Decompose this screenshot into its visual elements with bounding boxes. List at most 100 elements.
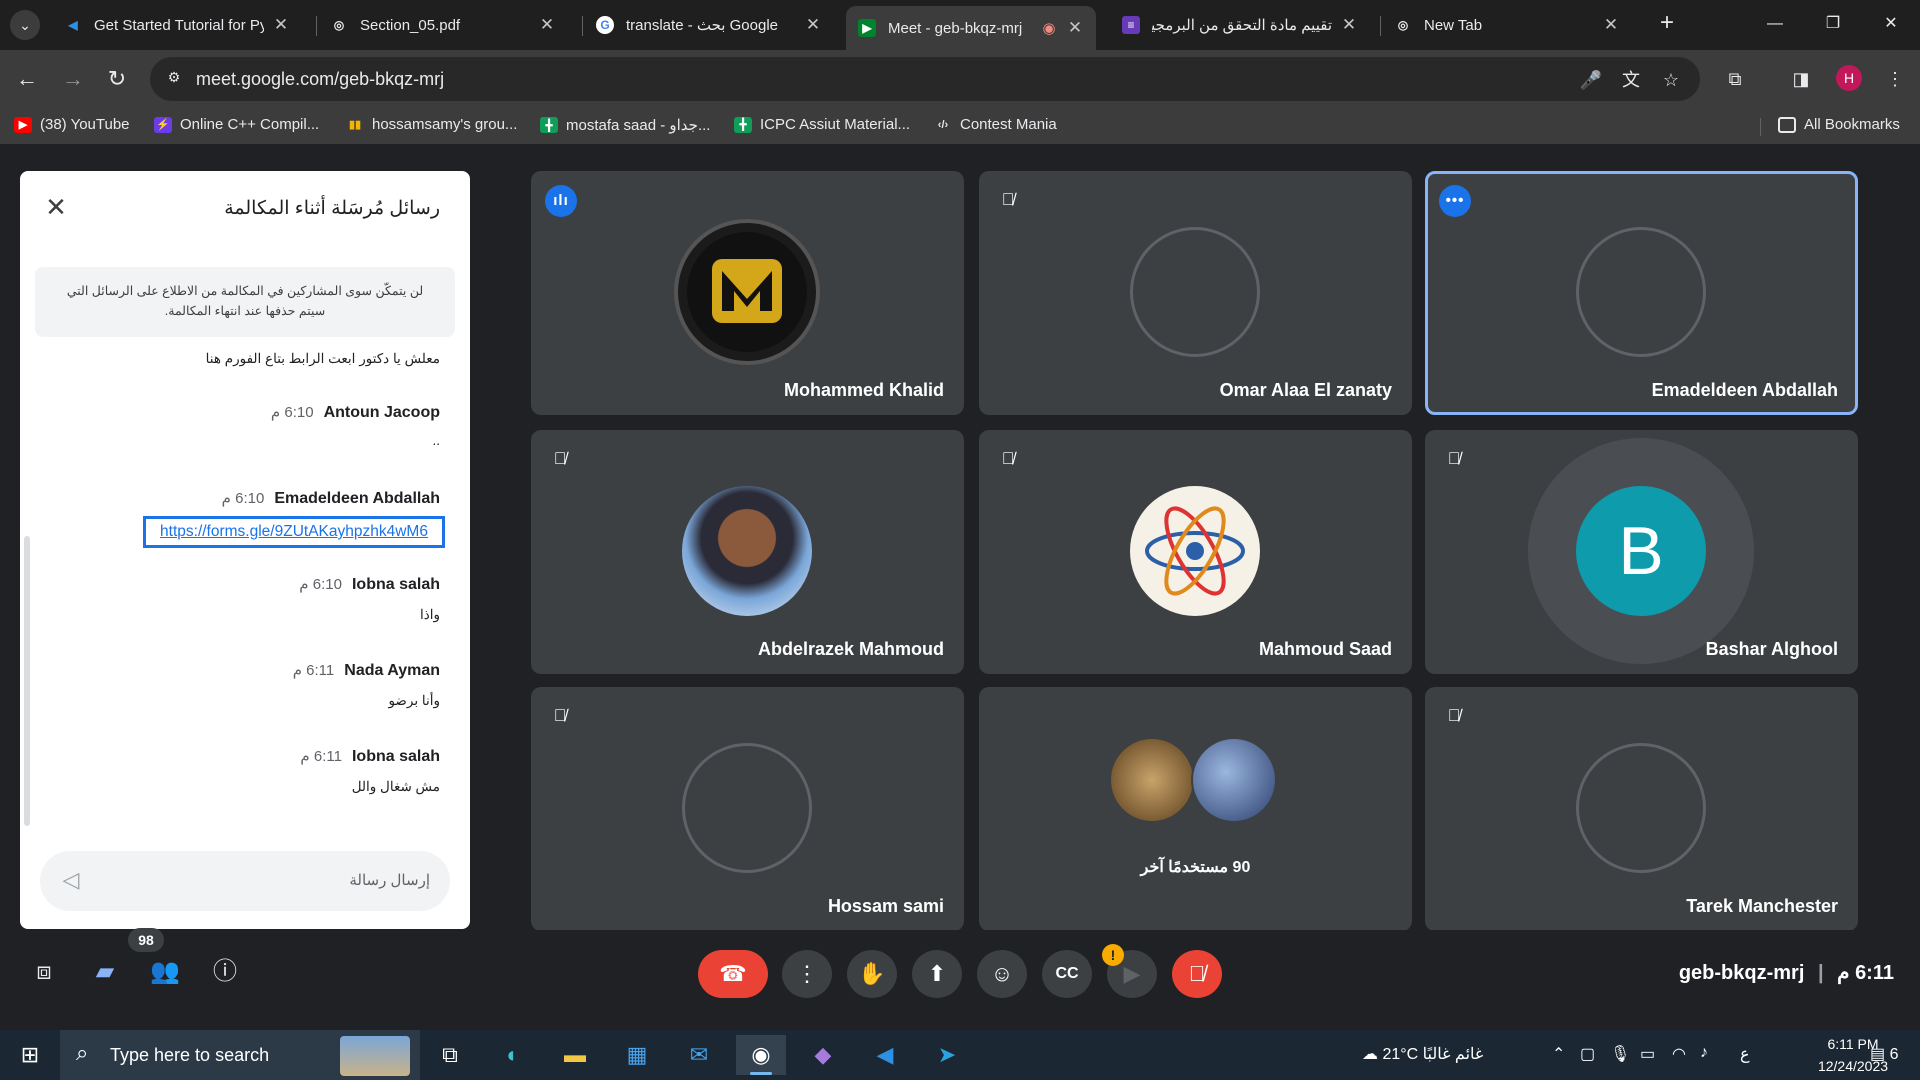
- reload-button[interactable]: ↻: [102, 64, 132, 94]
- close-tab-icon[interactable]: ✕: [1602, 15, 1620, 35]
- present-button[interactable]: ⬆: [912, 950, 962, 998]
- activities-icon[interactable]: ⧈: [24, 952, 64, 992]
- participant-tile[interactable]: 🎙̸ B Bashar Alghool: [1425, 430, 1858, 674]
- microphone-icon[interactable]: 🎤: [1578, 67, 1604, 93]
- vscode-taskbar-icon[interactable]: ◀: [860, 1035, 910, 1075]
- translate-icon[interactable]: 文: [1618, 67, 1644, 93]
- input-language[interactable]: ع: [1740, 1044, 1750, 1064]
- bookmark-contest-mania[interactable]: ‹/› Contest Mania: [934, 116, 1057, 133]
- address-bar[interactable]: ⚙ meet.google.com/geb-bkqz-mrj 🎤 文 ☆: [150, 57, 1700, 101]
- close-tab-icon[interactable]: ✕: [272, 15, 290, 35]
- site-info-icon[interactable]: ⚙: [164, 69, 184, 89]
- send-icon[interactable]: ◁: [56, 865, 86, 895]
- new-tab-button[interactable]: +: [1652, 8, 1682, 38]
- windows-taskbar: ⊞ ⌕ Type here to search ⧉ ◐ ▬ ▦ ✉ ◉ ◆ ◀ …: [0, 1030, 1920, 1080]
- tray-chevron-icon[interactable]: ⌃: [1552, 1044, 1565, 1064]
- side-panel-icon[interactable]: ◨: [1786, 64, 1816, 94]
- minimize-button[interactable]: —: [1746, 6, 1804, 42]
- tab-vscode-tutorial[interactable]: ◀ Get Started Tutorial for Pyt ✕: [52, 6, 302, 44]
- tab-section-pdf[interactable]: ◎ Section_05.pdf ✕: [318, 6, 568, 44]
- emoji-button[interactable]: ☺: [977, 950, 1027, 998]
- file-explorer-icon[interactable]: ▬: [550, 1035, 600, 1075]
- participant-tile[interactable]: 🎙̸ Hossam sami: [531, 687, 964, 931]
- participant-tile[interactable]: 🎙̸ Abdelrazek Mahmoud: [531, 430, 964, 674]
- folder-icon: [1778, 116, 1796, 133]
- tab-meet[interactable]: ▶ Meet - geb-bkqz-mrj ◉ ✕: [846, 6, 1096, 50]
- chat-message-header: Antoun Jacoop 6:10 م: [271, 403, 440, 422]
- telegram-icon[interactable]: ➤: [922, 1035, 972, 1075]
- captions-button[interactable]: CC: [1042, 950, 1092, 998]
- bookmark-hossamsamy[interactable]: ▮▮ hossamsamy's grou...: [346, 116, 517, 133]
- tab-google-translate[interactable]: G translate - بحث Google ✕: [584, 6, 834, 44]
- tray-mic-icon[interactable]: 🎙: [1610, 1044, 1630, 1064]
- bookmark-online-cpp[interactable]: ⚡ Online C++ Compil...: [154, 116, 319, 133]
- raise-hand-button[interactable]: ✋: [847, 950, 897, 998]
- participant-name: Bashar Alghool: [1705, 639, 1838, 659]
- close-window-button[interactable]: ✕: [1862, 6, 1920, 42]
- profile-avatar[interactable]: H: [1836, 65, 1862, 91]
- store-icon[interactable]: ▦: [612, 1035, 662, 1075]
- more-options-icon[interactable]: •••: [1439, 185, 1471, 217]
- chat-message-link[interactable]: https://forms.gle/9ZUtAKayhpzhk4wM6: [143, 516, 445, 548]
- edge-icon[interactable]: ◐: [488, 1035, 538, 1075]
- tab-title: translate - بحث Google: [626, 17, 779, 34]
- close-tab-icon[interactable]: ✕: [804, 15, 822, 35]
- participant-tile[interactable]: 🎙̸ Tarek Manchester: [1425, 687, 1858, 931]
- globe-icon: ◎: [333, 18, 345, 32]
- battery-icon[interactable]: ▭: [1640, 1044, 1655, 1064]
- task-view-icon[interactable]: ⧉: [425, 1035, 475, 1075]
- close-icon[interactable]: ✕: [42, 193, 70, 221]
- wifi-icon[interactable]: ◠: [1672, 1044, 1686, 1064]
- participant-tile[interactable]: 🎙̸ Mahmoud Saad: [979, 430, 1412, 674]
- visual-studio-icon[interactable]: ◆: [798, 1035, 848, 1075]
- logo-m-icon: [687, 232, 807, 352]
- chrome-taskbar-icon[interactable]: ◉: [736, 1035, 786, 1075]
- chat-time: 6:10 م: [221, 490, 265, 507]
- restore-button[interactable]: ❐: [1804, 6, 1862, 42]
- leave-call-button[interactable]: ☎: [698, 950, 768, 998]
- meet-controls: ⧈ ▰ 👥 98 ⓘ ☎ ⋮ ✋ ⬆ ☺ CC ▶ ! 🎙̸ geb-bkqz-…: [0, 928, 1920, 1030]
- tab-new-tab[interactable]: ◎ New Tab ✕: [1382, 6, 1632, 44]
- avatar: B: [1576, 486, 1706, 616]
- extensions-icon[interactable]: ⧉: [1720, 64, 1750, 94]
- people-icon[interactable]: 👥: [145, 952, 185, 992]
- close-tab-icon[interactable]: ✕: [1066, 18, 1084, 38]
- bookmark-star-icon[interactable]: ☆: [1658, 67, 1684, 93]
- bookmark-icpc-assiut[interactable]: ╋ ICPC Assiut Material...: [734, 116, 910, 133]
- mic-off-button[interactable]: 🎙̸: [1172, 950, 1222, 998]
- taskbar-search[interactable]: ⌕ Type here to search: [60, 1030, 420, 1080]
- mail-icon[interactable]: ✉: [674, 1035, 724, 1075]
- all-bookmarks-button[interactable]: All Bookmarks: [1778, 116, 1900, 133]
- info-icon[interactable]: ⓘ: [205, 952, 245, 992]
- close-tab-icon[interactable]: ✕: [538, 15, 556, 35]
- chat-input[interactable]: إرسال رسالة ◁: [40, 851, 450, 911]
- participant-tile[interactable]: ılı Mohammed Khalid: [531, 171, 964, 415]
- mic-off-icon: 🎙̸: [1447, 449, 1461, 468]
- other-participants-label: 90 مستخدمًا آخر: [1140, 859, 1251, 876]
- avatar: [1130, 486, 1260, 616]
- tray-app-icon[interactable]: ▢: [1580, 1044, 1595, 1064]
- tab-search-button[interactable]: ⌄: [10, 10, 40, 40]
- more-options-button[interactable]: ⋮: [782, 950, 832, 998]
- participant-tile-others[interactable]: 90 مستخدمًا آخر: [979, 687, 1412, 931]
- chat-sender: Iobna salah: [351, 576, 440, 593]
- chat-icon[interactable]: ▰: [85, 952, 125, 992]
- chat-time: 6:11 م: [300, 748, 342, 765]
- forward-button[interactable]: →: [58, 64, 88, 94]
- notifications-icon[interactable]: ▤ 6: [1870, 1044, 1898, 1064]
- tab-title: تقييم مادة التحقق من البرمجيات: [1152, 17, 1332, 34]
- back-button[interactable]: ←: [12, 64, 42, 94]
- windows-start-icon[interactable]: ⊞: [5, 1035, 55, 1075]
- url-text[interactable]: meet.google.com/geb-bkqz-mrj: [196, 69, 444, 90]
- weather-widget[interactable]: ☁ 21°C غائم غالبًا: [1362, 1044, 1483, 1064]
- tab-forms-evaluation[interactable]: ≡ تقييم مادة التحقق من البرمجيات ✕: [1110, 6, 1370, 44]
- menu-icon[interactable]: ⋮: [1880, 64, 1910, 94]
- close-tab-icon[interactable]: ✕: [1340, 15, 1358, 35]
- chat-scrollbar[interactable]: [24, 536, 30, 826]
- participant-tile[interactable]: ••• Emadeldeen Abdallah: [1425, 171, 1858, 415]
- bookmark-youtube[interactable]: ▶ (38) YouTube: [14, 116, 130, 133]
- participant-tile[interactable]: 🎙̸ Omar Alaa El zanaty: [979, 171, 1412, 415]
- tab-separator: [1380, 16, 1381, 36]
- volume-icon[interactable]: ♪: [1700, 1044, 1708, 1062]
- bookmark-mostafa-saad[interactable]: ╋ mostafa saad - جداو...: [540, 116, 710, 134]
